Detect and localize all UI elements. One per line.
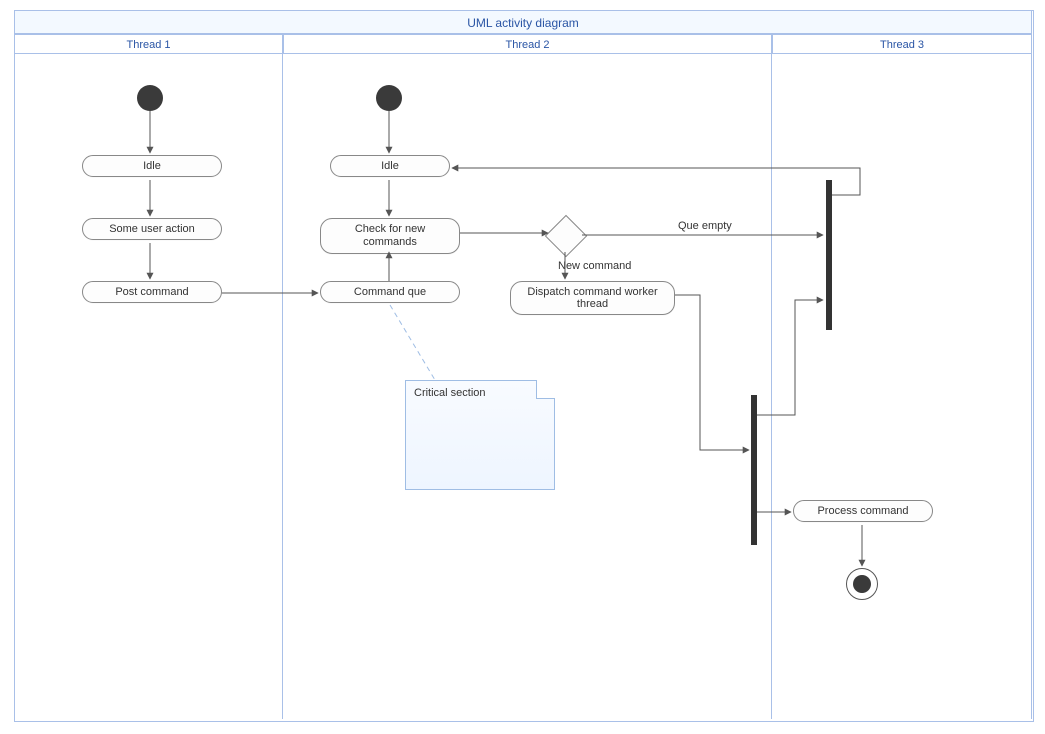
activity-t1-idle: Idle — [82, 155, 222, 177]
lane-header-thread3: Thread 3 — [772, 34, 1032, 54]
label-new-command: New command — [558, 260, 631, 272]
label-que-empty: Que empty — [678, 220, 732, 232]
initial-node-thread1 — [137, 85, 163, 111]
lane-body-thread1 — [14, 54, 283, 719]
lane-header-thread2: Thread 2 — [283, 34, 772, 54]
final-node — [846, 568, 878, 600]
initial-node-thread2 — [376, 85, 402, 111]
activity-t2-idle: Idle — [330, 155, 450, 177]
lane-body-thread3 — [772, 54, 1032, 719]
lane-header-thread1: Thread 1 — [14, 34, 283, 54]
activity-t2-dispatch: Dispatch command worker thread — [510, 281, 675, 315]
diagram-canvas: UML activity diagram Thread 1 Thread 2 T… — [0, 0, 1045, 734]
activity-t2-command-que: Command que — [320, 281, 460, 303]
fork-bar — [751, 395, 757, 545]
note-text: Critical section — [414, 387, 486, 399]
join-bar — [826, 180, 832, 330]
activity-t1-user-action: Some user action — [82, 218, 222, 240]
note-critical-section: Critical section — [405, 380, 555, 490]
activity-t2-check-commands: Check for new commands — [320, 218, 460, 254]
activity-t3-process: Process command — [793, 500, 933, 522]
activity-t1-post-command: Post command — [82, 281, 222, 303]
note-fold-icon — [536, 380, 555, 399]
diagram-title: UML activity diagram — [14, 10, 1032, 34]
